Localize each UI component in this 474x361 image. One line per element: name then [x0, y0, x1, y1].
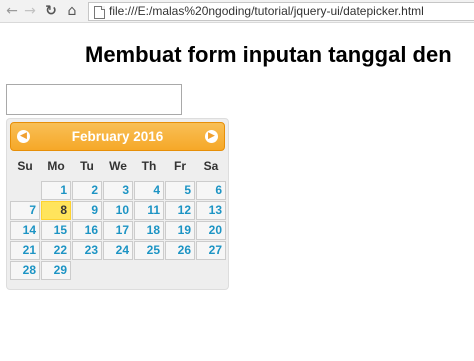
calendar-day[interactable]: 23 [72, 241, 102, 260]
page-title: Membuat form inputan tanggal den [85, 42, 452, 67]
calendar-day[interactable]: 16 [72, 221, 102, 240]
weekday-row: Su Mo Tu We Th Fr Sa [10, 157, 225, 175]
page-icon [94, 6, 105, 19]
calendar-grid: 1 2 3 4 5 6 7 8 9 10 11 12 13 14 15 16 17 18 19 20 21 22 23 24 2… [10, 181, 226, 280]
next-month-icon[interactable]: ▶ [205, 130, 218, 143]
weekday-monday: Mo [47, 159, 65, 173]
datepicker-month-title: February 2016 [71, 129, 164, 144]
date-input[interactable] [6, 84, 182, 115]
calendar-day[interactable]: 18 [134, 221, 164, 240]
calendar-day[interactable]: 25 [134, 241, 164, 260]
back-arrow-icon[interactable]: ← [4, 3, 20, 19]
calendar-day[interactable]: 24 [103, 241, 133, 260]
weekday-saturday: Sa [203, 159, 219, 173]
weekday-tuesday: Tu [80, 159, 94, 173]
calendar-day[interactable]: 17 [103, 221, 133, 240]
browser-toolbar: ← → ↻ ⌂ file:///E:/malas%20ngoding/tutor… [0, 0, 474, 23]
home-icon[interactable]: ⌂ [64, 3, 80, 19]
weekday-sunday: Su [17, 159, 33, 173]
calendar-day[interactable]: 29 [41, 261, 71, 280]
datepicker: ◀ February 2016 ▶ Su Mo Tu We Th Fr Sa 1… [6, 118, 229, 290]
calendar-day[interactable]: 11 [134, 201, 164, 220]
calendar-day[interactable]: 13 [196, 201, 226, 220]
calendar-day[interactable]: 26 [165, 241, 195, 260]
reload-icon[interactable]: ↻ [43, 3, 59, 19]
calendar-day[interactable]: 10 [103, 201, 133, 220]
calendar-day[interactable]: 27 [196, 241, 226, 260]
weekday-thursday: Th [141, 159, 157, 173]
calendar-day[interactable]: 19 [165, 221, 195, 240]
calendar-day[interactable]: 28 [10, 261, 40, 280]
calendar-day[interactable]: 5 [165, 181, 195, 200]
weekday-wednesday: We [109, 159, 127, 173]
calendar-day[interactable]: 7 [10, 201, 40, 220]
datepicker-header: ◀ February 2016 ▶ [10, 122, 225, 151]
empty-day-cell [10, 181, 40, 200]
calendar-day[interactable]: 20 [196, 221, 226, 240]
calendar-day[interactable]: 21 [10, 241, 40, 260]
calendar-day[interactable]: 9 [72, 201, 102, 220]
weekday-friday: Fr [174, 159, 186, 173]
calendar-day[interactable]: 2 [72, 181, 102, 200]
calendar-day[interactable]: 6 [196, 181, 226, 200]
calendar-day-today[interactable]: 8 [41, 201, 71, 220]
forward-arrow-icon[interactable]: → [22, 3, 38, 19]
calendar-day[interactable]: 1 [41, 181, 71, 200]
calendar-day[interactable]: 22 [41, 241, 71, 260]
address-bar[interactable]: file:///E:/malas%20ngoding/tutorial/jque… [88, 2, 474, 21]
calendar-day[interactable]: 4 [134, 181, 164, 200]
calendar-day[interactable]: 3 [103, 181, 133, 200]
calendar-day[interactable]: 12 [165, 201, 195, 220]
calendar-day[interactable]: 14 [10, 221, 40, 240]
calendar-day[interactable]: 15 [41, 221, 71, 240]
url-text: file:///E:/malas%20ngoding/tutorial/jque… [109, 4, 424, 18]
